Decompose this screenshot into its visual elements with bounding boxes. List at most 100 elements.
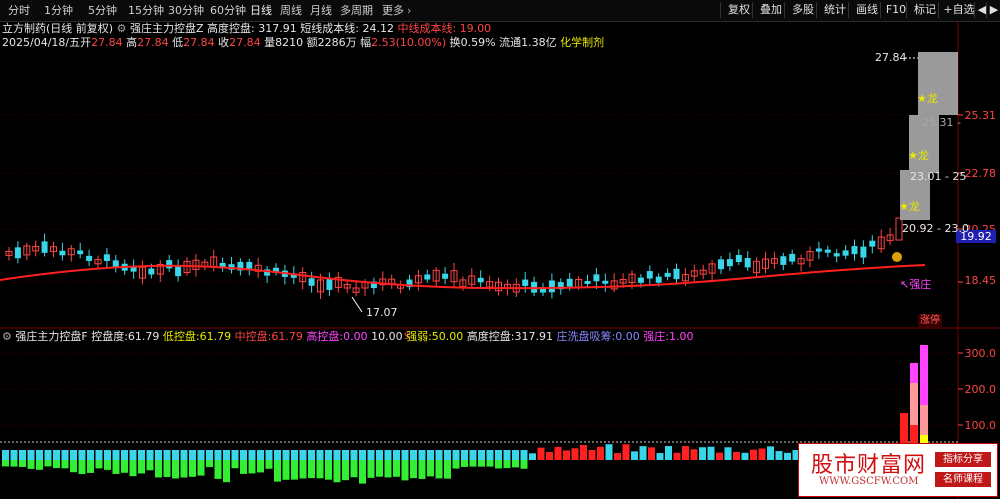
- indicator-bar: [350, 450, 358, 460]
- indicator-bar: [588, 450, 596, 460]
- wash-absorb-value: 0.00: [615, 330, 640, 343]
- lower-indicator-header: ⚙ 强庄主力控盘F 控盘度:61.79 低控盘:61.79 中控盘:61.79 …: [2, 330, 693, 344]
- indicator-bar: [299, 450, 307, 460]
- indicator-bar: [452, 450, 460, 460]
- indicator-bar: [741, 452, 749, 460]
- price-tick-2: 22.78: [964, 167, 997, 180]
- indicator-bar: [257, 450, 264, 460]
- indicator-bar: [427, 450, 434, 460]
- candle-body: [308, 278, 315, 286]
- indicator-bar: [367, 450, 375, 460]
- indicator-bar: [325, 460, 332, 480]
- dragon-signal-1: ★龙: [917, 92, 938, 105]
- candle-body: [860, 246, 867, 258]
- indicator-bar: [393, 450, 400, 460]
- lower-tick-1: 300.0: [964, 347, 997, 360]
- indicator-bar: [223, 460, 230, 483]
- candle-body: [584, 280, 591, 285]
- control-degree-label: 控盘度:: [91, 330, 128, 343]
- limit-up-badge: 涨停: [918, 314, 942, 327]
- indicator-bar: [673, 452, 681, 460]
- indicator-bar: [665, 446, 672, 460]
- indicator-bar: [571, 448, 579, 460]
- indicator-bar: [291, 450, 298, 460]
- indicator-bar: [197, 450, 205, 460]
- candle-body: [246, 261, 253, 269]
- indicator-bar: [325, 450, 332, 460]
- indicator-bar: [410, 460, 417, 479]
- indicator-bars: [2, 345, 928, 484]
- candle-body: [442, 273, 449, 279]
- indicator-bar: [95, 450, 103, 460]
- candle-body: [824, 249, 831, 253]
- candle-body: [112, 260, 119, 268]
- candle-body: [566, 278, 573, 287]
- candle-body: [744, 258, 751, 268]
- kline-chart[interactable]: [0, 0, 1000, 499]
- indicator-bar: [452, 460, 460, 469]
- candle-body: [789, 253, 796, 262]
- candle-body: [646, 271, 653, 279]
- candle-body: [77, 250, 84, 255]
- indicator-bar: [240, 460, 247, 474]
- indicator-bar: [44, 460, 52, 467]
- indicator-bar: [265, 450, 273, 460]
- dragon-signal-2: ★龙: [908, 149, 929, 162]
- arrow-up-left-icon: ↖: [900, 278, 910, 291]
- indicator-bar: [333, 460, 341, 483]
- lower-tick-3: 100.0: [964, 419, 997, 432]
- indicator-bar: [36, 460, 43, 470]
- indicator-bar: [716, 452, 723, 460]
- indicator-bar: [920, 405, 928, 435]
- indicator-bar: [265, 460, 273, 469]
- indicator-bar: [104, 460, 111, 470]
- indicator-bar: [469, 460, 477, 467]
- indicator-bar: [2, 460, 9, 467]
- indicator-bar: [70, 460, 77, 473]
- indicator-bar: [112, 460, 120, 474]
- indicator-bar: [900, 413, 908, 443]
- candle-body: [166, 260, 173, 269]
- indicator-bar: [206, 450, 213, 460]
- height-control-lower-label: 高度控盘:: [466, 330, 515, 343]
- indicator-bar: [61, 450, 69, 460]
- candle-body: [718, 259, 724, 270]
- indicator-bar: [121, 450, 128, 460]
- candle-body: [548, 280, 555, 293]
- candle-body: [103, 254, 110, 262]
- star-icon: ★: [908, 149, 918, 162]
- high-price-label: 27.84: [875, 51, 907, 64]
- high-control-value: 0.00: [343, 330, 368, 343]
- candle-body: [780, 256, 787, 265]
- watermark-url: WWW.GSCFW.COM: [819, 476, 919, 487]
- indicator-bar: [359, 450, 366, 460]
- indicator-bar: [682, 445, 689, 460]
- indicator-bar: [248, 460, 256, 474]
- indicator-bar: [920, 345, 928, 405]
- indicator-bar: [308, 460, 315, 479]
- indicator-bar: [563, 450, 570, 460]
- candle-body: [424, 274, 431, 280]
- indicator-bar: [461, 460, 468, 467]
- indicator-bar: [70, 450, 77, 460]
- indicator-bar: [512, 460, 519, 468]
- watermark-tag-course: 名师课程: [935, 472, 991, 487]
- indicator-bar: [910, 363, 918, 383]
- mid-control-label: 中控盘:: [234, 330, 272, 343]
- settings-icon[interactable]: ⚙: [2, 330, 12, 343]
- money-bag-icon: [892, 252, 902, 262]
- candle-body: [655, 276, 662, 283]
- candle-body: [593, 274, 600, 282]
- indicator-bar: [758, 448, 766, 460]
- indicator-bar: [520, 460, 528, 469]
- lower-indicator-name[interactable]: 强庄主力控盘F: [15, 330, 87, 343]
- wash-absorb-label: 庄洗盘吸筹:: [556, 330, 616, 343]
- indicator-bar: [478, 450, 485, 460]
- indicator-bar: [316, 460, 324, 479]
- indicator-bar: [342, 460, 349, 481]
- indicator-bar: [486, 460, 494, 467]
- indicator-bar: [36, 450, 43, 460]
- indicator-bar: [78, 460, 86, 475]
- indicator-bar: [214, 460, 222, 479]
- star-icon: ★: [917, 92, 927, 105]
